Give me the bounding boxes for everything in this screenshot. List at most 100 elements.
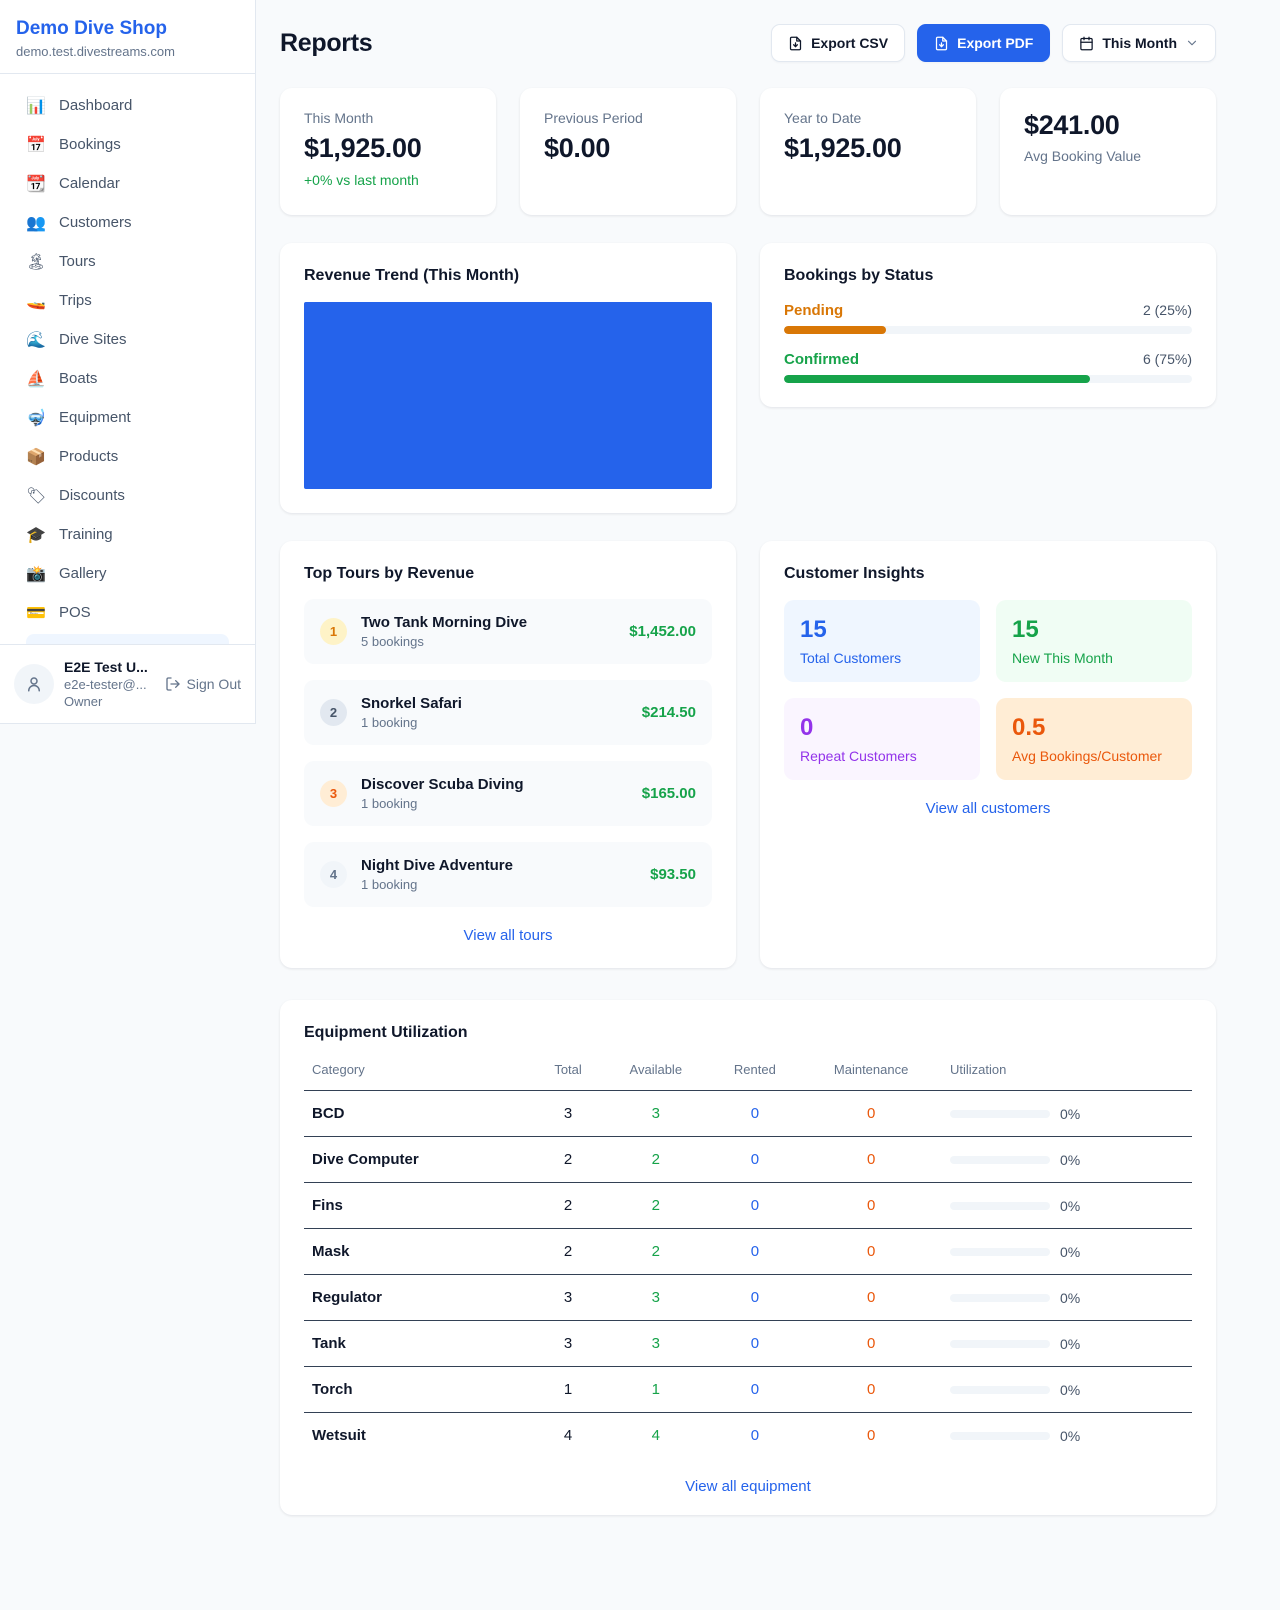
package-icon: 📦 — [26, 447, 46, 466]
export-csv-label: Export CSV — [811, 35, 888, 51]
utilization-bar-track — [950, 1386, 1050, 1394]
cell-utilization: 0% — [942, 1275, 1192, 1321]
view-all-equipment-link[interactable]: View all equipment — [304, 1478, 1192, 1495]
sidebar-item-pos[interactable]: 💳 POS — [16, 593, 239, 632]
tour-name: Discover Scuba Diving — [361, 776, 628, 793]
sidebar-item-bookings[interactable]: 📅 Bookings — [16, 125, 239, 164]
bookings-by-status-card: Bookings by Status Pending 2 (25%) Confi… — [760, 243, 1216, 407]
cell-category: BCD — [304, 1091, 534, 1137]
table-row: Torch 1 1 0 0 0% — [304, 1367, 1192, 1413]
sidebar-item-discounts[interactable]: 🏷 Discounts — [16, 476, 239, 515]
insight-grid: 15 Total Customers 15 New This Month 0 R… — [784, 600, 1192, 780]
tour-amount: $165.00 — [642, 785, 696, 802]
sidebar-item-label: Gallery — [59, 565, 107, 582]
tour-row: 3 Discover Scuba Diving 1 booking $165.0… — [304, 761, 712, 826]
cell-category: Torch — [304, 1367, 534, 1413]
insight-tile-new-this-month: 15 New This Month — [996, 600, 1192, 682]
sidebar-item-boats[interactable]: ⛵ Boats — [16, 359, 239, 398]
speedboat-icon: 🚤 — [26, 291, 46, 310]
cell-maintenance: 0 — [800, 1367, 942, 1413]
charts-row: Revenue Trend (This Month) Bookings by S… — [280, 243, 1216, 513]
col-category: Category — [304, 1056, 534, 1091]
tour-name: Two Tank Morning Dive — [361, 614, 615, 631]
insight-tile-total-customers: 15 Total Customers — [784, 600, 980, 682]
sidebar-item-reports-partial[interactable] — [26, 634, 229, 644]
sidebar-item-dive-sites[interactable]: 🌊 Dive Sites — [16, 320, 239, 359]
period-dropdown[interactable]: This Month — [1062, 24, 1216, 62]
cell-total: 3 — [534, 1275, 602, 1321]
export-csv-button[interactable]: Export CSV — [771, 24, 905, 62]
revenue-trend-card: Revenue Trend (This Month) — [280, 243, 736, 513]
cell-utilization: 0% — [942, 1137, 1192, 1183]
cell-total: 3 — [534, 1091, 602, 1137]
tour-row: 2 Snorkel Safari 1 booking $214.50 — [304, 680, 712, 745]
status-bar-track — [784, 375, 1192, 383]
tag-icon: 🏷 — [26, 486, 46, 505]
customer-insights-card: Customer Insights 15 Total Customers 15 … — [760, 541, 1216, 968]
cell-total: 2 — [534, 1183, 602, 1229]
insight-value: 15 — [800, 616, 964, 644]
stat-value: $241.00 — [1024, 110, 1192, 141]
sidebar-item-calendar[interactable]: 📆 Calendar — [16, 164, 239, 203]
sign-out-button[interactable]: Sign Out — [165, 676, 241, 692]
table-row: Wetsuit 4 4 0 0 0% — [304, 1413, 1192, 1459]
stat-value: $1,925.00 — [784, 133, 952, 164]
utilization-pct: 0% — [1060, 1106, 1080, 1122]
camera-icon: 📸 — [26, 564, 46, 583]
utilization-bar-track — [950, 1340, 1050, 1348]
revenue-trend-title: Revenue Trend (This Month) — [304, 267, 712, 285]
island-icon: 🏝 — [26, 252, 46, 271]
export-pdf-button[interactable]: Export PDF — [917, 24, 1050, 62]
sidebar-item-dashboard[interactable]: 📊 Dashboard — [16, 86, 239, 125]
sidebar-item-trips[interactable]: 🚤 Trips — [16, 281, 239, 320]
calendar-icon: 📆 — [26, 174, 46, 193]
col-utilization: Utilization — [942, 1056, 1192, 1091]
rank-badge: 4 — [320, 861, 347, 888]
user-name: E2E Test U... — [64, 659, 155, 675]
cell-category: Regulator — [304, 1275, 534, 1321]
stat-card-previous-period: Previous Period $0.00 — [520, 88, 736, 215]
sidebar-item-label: Trips — [59, 292, 92, 309]
equipment-utilization-title: Equipment Utilization — [304, 1024, 1192, 1042]
sidebar-item-label: Tours — [59, 253, 96, 270]
table-row: Fins 2 2 0 0 0% — [304, 1183, 1192, 1229]
cell-rented: 0 — [709, 1091, 800, 1137]
insight-tile-repeat-customers: 0 Repeat Customers — [784, 698, 980, 780]
cell-utilization: 0% — [942, 1229, 1192, 1275]
shop-name: Demo Dive Shop — [16, 18, 239, 40]
cell-maintenance: 0 — [800, 1091, 942, 1137]
utilization-pct: 0% — [1060, 1382, 1080, 1398]
sidebar-item-equipment[interactable]: 🤿 Equipment — [16, 398, 239, 437]
calendar-icon — [1079, 36, 1094, 51]
cell-utilization: 0% — [942, 1367, 1192, 1413]
status-row-confirmed: Confirmed 6 (75%) — [784, 351, 1192, 383]
main-content: Reports Export CSV Export PDF This Month… — [256, 0, 1280, 1555]
sidebar-item-products[interactable]: 📦 Products — [16, 437, 239, 476]
view-all-tours-link[interactable]: View all tours — [304, 927, 712, 944]
utilization-bar-track — [950, 1110, 1050, 1118]
insight-tile-avg-bookings: 0.5 Avg Bookings/Customer — [996, 698, 1192, 780]
stat-label: This Month — [304, 110, 472, 126]
cell-available: 4 — [602, 1413, 709, 1459]
stat-value: $1,925.00 — [304, 133, 472, 164]
cell-available: 2 — [602, 1183, 709, 1229]
utilization-pct: 0% — [1060, 1198, 1080, 1214]
tour-bookings: 5 bookings — [361, 634, 615, 649]
user-panel: E2E Test U... e2e-tester@... Owner Sign … — [0, 644, 255, 723]
tour-amount: $93.50 — [650, 866, 696, 883]
sidebar-item-label: Discounts — [59, 487, 125, 504]
sidebar-item-gallery[interactable]: 📸 Gallery — [16, 554, 239, 593]
sidebar-item-customers[interactable]: 👥 Customers — [16, 203, 239, 242]
cell-category: Tank — [304, 1321, 534, 1367]
view-all-customers-link[interactable]: View all customers — [784, 800, 1192, 817]
cell-available: 2 — [602, 1137, 709, 1183]
cell-maintenance: 0 — [800, 1275, 942, 1321]
top-tours-card: Top Tours by Revenue 1 Two Tank Morning … — [280, 541, 736, 968]
cell-utilization: 0% — [942, 1413, 1192, 1459]
tour-row: 4 Night Dive Adventure 1 booking $93.50 — [304, 842, 712, 907]
cell-utilization: 0% — [942, 1091, 1192, 1137]
sidebar-item-tours[interactable]: 🏝 Tours — [16, 242, 239, 281]
sidebar-item-training[interactable]: 🎓 Training — [16, 515, 239, 554]
cell-maintenance: 0 — [800, 1229, 942, 1275]
tour-amount: $1,452.00 — [629, 623, 696, 640]
